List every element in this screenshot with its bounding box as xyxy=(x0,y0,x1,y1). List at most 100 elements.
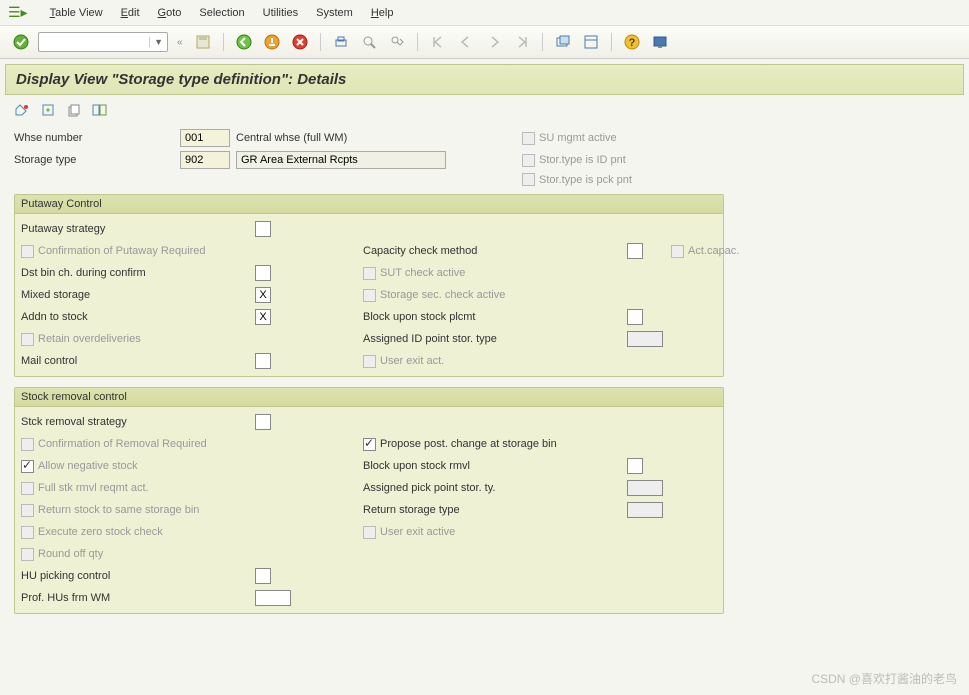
hu-pick-label: HU picking control xyxy=(21,570,251,582)
prof-hu-label: Prof. HUs frm WM xyxy=(21,592,251,604)
menu-help[interactable]: Help xyxy=(371,7,394,19)
su-mgmt-checkbox xyxy=(522,132,535,145)
save-icon[interactable] xyxy=(192,32,214,52)
putaway-strategy-input[interactable] xyxy=(255,221,271,237)
return-same-checkbox xyxy=(21,504,34,517)
assigned-pick-label: Assigned pick point stor. ty. xyxy=(363,482,623,494)
whse-number-label: Whse number xyxy=(14,132,174,144)
removal-strategy-input[interactable] xyxy=(255,414,271,430)
full-stk-checkbox xyxy=(21,482,34,495)
id-pnt-checkbox xyxy=(522,154,535,167)
assigned-id-input xyxy=(627,331,663,347)
copy-icon[interactable] xyxy=(64,101,84,119)
assigned-pick-input xyxy=(627,480,663,496)
return-same-label: Return stock to same storage bin xyxy=(38,504,199,516)
menu-goto[interactable]: Goto xyxy=(158,7,182,19)
removal-strategy-label: Stck removal strategy xyxy=(21,416,251,428)
block-plcmt-input[interactable] xyxy=(627,309,643,325)
watermark: CSDN @喜欢打酱油的老鸟 xyxy=(811,670,957,687)
whse-number-input[interactable] xyxy=(180,129,230,147)
putaway-strategy-label: Putaway strategy xyxy=(21,223,251,235)
menu-table-view[interactable]: Table View xyxy=(50,7,103,19)
prev-page-icon[interactable] xyxy=(455,32,477,52)
hu-pick-input[interactable] xyxy=(255,568,271,584)
storage-type-label: Storage type xyxy=(14,154,174,166)
return-type-input xyxy=(627,502,663,518)
user-exit-pa-label: User exit act. xyxy=(380,355,444,367)
retain-label: Retain overdeliveries xyxy=(38,333,141,345)
menu-system[interactable]: System xyxy=(316,7,353,19)
find-icon[interactable] xyxy=(358,32,380,52)
sec-checkbox xyxy=(363,289,376,302)
neg-stock-checkbox[interactable] xyxy=(21,460,34,473)
menu-utilities[interactable]: Utilities xyxy=(263,7,298,19)
stock-removal-group: Stock removal control Stck removal strat… xyxy=(14,387,724,614)
addn-stock-input[interactable] xyxy=(255,309,271,325)
change-icon[interactable] xyxy=(12,101,32,119)
confirm-putaway-checkbox xyxy=(21,245,34,258)
act-capac-checkbox xyxy=(671,245,684,258)
dst-bin-input[interactable] xyxy=(255,265,271,281)
removal-title: Stock removal control xyxy=(15,388,723,407)
help-icon[interactable]: ? xyxy=(621,32,643,52)
assigned-id-label: Assigned ID point stor. type xyxy=(363,333,623,345)
mixed-storage-label: Mixed storage xyxy=(21,289,251,301)
retain-checkbox xyxy=(21,333,34,346)
cancel-icon[interactable] xyxy=(289,32,311,52)
dst-bin-label: Dst bin ch. during confirm xyxy=(21,267,251,279)
svg-text:?: ? xyxy=(628,37,635,49)
menubar: ☰▸ Table View Edit Goto Selection Utilit… xyxy=(0,0,969,26)
system-menu-icon[interactable]: ☰▸ xyxy=(8,4,28,21)
cap-check-input[interactable] xyxy=(627,243,643,259)
next-page-icon[interactable] xyxy=(483,32,505,52)
exec-zero-label: Execute zero stock check xyxy=(38,526,163,538)
storage-type-desc xyxy=(236,151,446,169)
block-rmvl-input[interactable] xyxy=(627,458,643,474)
addn-stock-label: Addn to stock xyxy=(21,311,251,323)
block-plcmt-label: Block upon stock plcmt xyxy=(363,311,623,323)
sut-label: SUT check active xyxy=(380,267,465,279)
last-page-icon[interactable] xyxy=(511,32,533,52)
id-pnt-label: Stor.type is ID pnt xyxy=(539,154,626,166)
prof-hu-input[interactable] xyxy=(255,590,291,606)
local-layout-icon[interactable] xyxy=(649,32,671,52)
act-capac-label: Act.capac. xyxy=(688,245,739,257)
ok-icon[interactable] xyxy=(10,32,32,52)
dropdown-icon[interactable]: ▼ xyxy=(149,37,167,47)
sec-label: Storage sec. check active xyxy=(380,289,505,301)
pck-pnt-checkbox xyxy=(522,173,535,186)
exec-zero-checkbox xyxy=(21,526,34,539)
back-icon[interactable] xyxy=(233,32,255,52)
putaway-control-group: Putaway Control Putaway strategy Confirm… xyxy=(14,194,724,377)
pck-pnt-label: Stor.type is pck pnt xyxy=(539,174,632,186)
other-entry-icon[interactable] xyxy=(38,101,58,119)
new-session-icon[interactable] xyxy=(552,32,574,52)
layout-icon[interactable] xyxy=(580,32,602,52)
find-next-icon[interactable] xyxy=(386,32,408,52)
storage-type-input[interactable] xyxy=(180,151,230,169)
menu-edit[interactable]: Edit xyxy=(121,7,140,19)
full-stk-label: Full stk rmvl reqmt act. xyxy=(38,482,149,494)
block-rmvl-label: Block upon stock rmvl xyxy=(363,460,623,472)
list-icon[interactable] xyxy=(90,101,110,119)
exit-icon[interactable] xyxy=(261,32,283,52)
round-checkbox xyxy=(21,548,34,561)
command-field[interactable]: ▼ xyxy=(38,32,168,52)
confirm-removal-checkbox xyxy=(21,438,34,451)
toolbar: ▼ « ? xyxy=(0,26,969,59)
action-buttons xyxy=(0,95,969,125)
sut-checkbox xyxy=(363,267,376,280)
menu-selection[interactable]: Selection xyxy=(199,7,244,19)
propose-checkbox[interactable] xyxy=(363,438,376,451)
propose-label: Propose post. change at storage bin xyxy=(380,438,557,450)
neg-stock-label: Allow negative stock xyxy=(38,460,138,472)
first-page-icon[interactable] xyxy=(427,32,449,52)
print-icon[interactable] xyxy=(330,32,352,52)
mixed-storage-input[interactable] xyxy=(255,287,271,303)
putaway-title: Putaway Control xyxy=(15,195,723,214)
return-type-label: Return storage type xyxy=(363,504,623,516)
confirm-putaway-label: Confirmation of Putaway Required xyxy=(38,245,206,257)
mail-control-input[interactable] xyxy=(255,353,271,369)
user-exit-rm-label: User exit active xyxy=(380,526,455,538)
mail-control-label: Mail control xyxy=(21,355,251,367)
